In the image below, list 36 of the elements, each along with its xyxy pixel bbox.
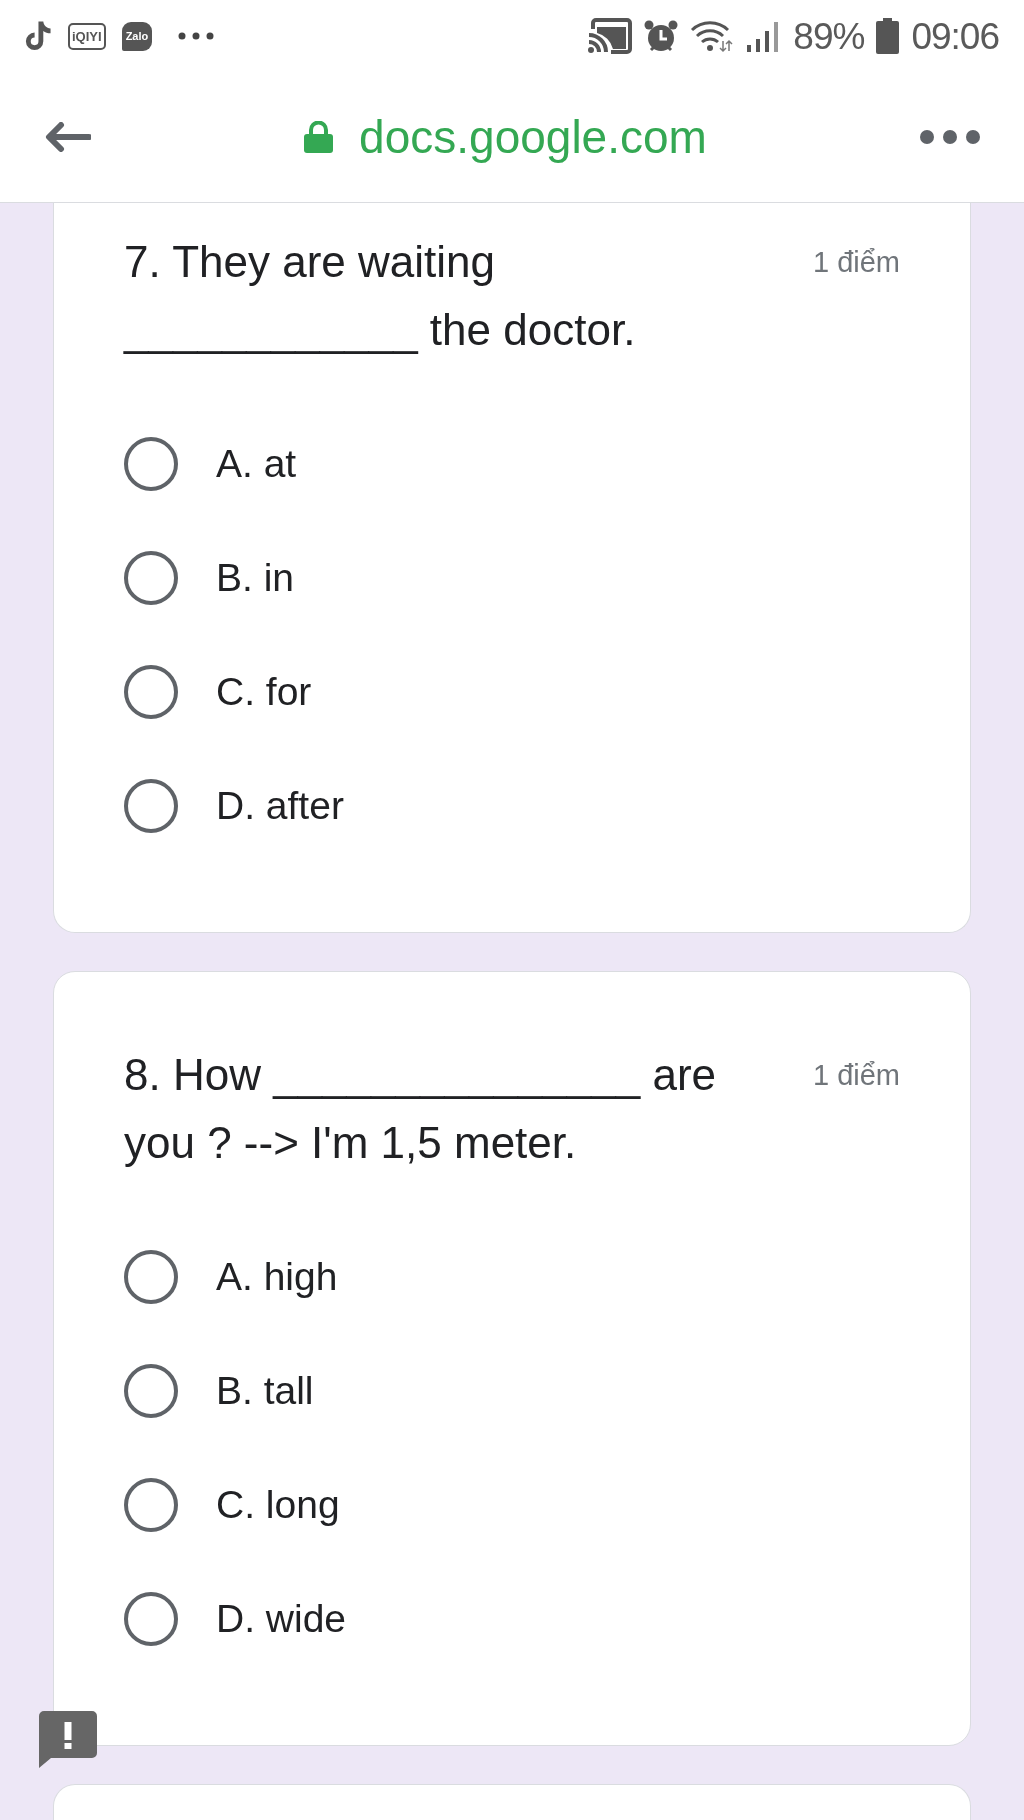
feedback-icon[interactable]: [39, 1711, 97, 1768]
option-label[interactable]: B. in: [216, 554, 295, 602]
radio-button[interactable]: [124, 1250, 178, 1304]
clock-time: 09:06: [911, 17, 999, 55]
cast-icon: [587, 18, 633, 54]
option-label[interactable]: C. for: [216, 668, 312, 716]
points-label: 1 điểm: [812, 245, 900, 280]
question-text: 8. How _______________ are you ? --> I'm 1,5 meter.: [124, 1049, 718, 1169]
option-label[interactable]: A. high: [216, 1253, 338, 1301]
points-label: 1 điểm: [812, 1058, 900, 1093]
radio-button[interactable]: [124, 1364, 178, 1418]
option-label[interactable]: B. tall: [216, 1367, 314, 1415]
option-label[interactable]: A. at: [216, 440, 297, 488]
option-label[interactable]: D. after: [216, 782, 344, 830]
more-button[interactable]: [920, 130, 980, 144]
more-icon: [920, 130, 980, 144]
option-label[interactable]: C. long: [216, 1481, 340, 1529]
battery-icon: [876, 18, 900, 54]
radio-button[interactable]: [124, 1478, 178, 1532]
arrow-left-icon: [44, 122, 91, 152]
app-logo: iQIYI: [68, 22, 106, 50]
radio-button[interactable]: [124, 551, 178, 605]
battery-percent: 89%: [793, 17, 865, 55]
radio-button[interactable]: [124, 779, 178, 833]
option-label[interactable]: D. wide: [216, 1595, 347, 1643]
back-button[interactable]: [44, 122, 91, 152]
app-logo: Zalo: [121, 21, 153, 51]
music-note-icon: [23, 20, 52, 52]
wifi-icon: [690, 19, 734, 53]
radio-button[interactable]: [124, 1592, 178, 1646]
alarm-clock-icon: [644, 19, 679, 53]
lock-icon: [304, 121, 334, 153]
ellipsis-icon: [178, 32, 215, 40]
question-text: 7. They are waiting ____________ the doctor.: [124, 236, 637, 356]
radio-button[interactable]: [124, 665, 178, 719]
radio-button[interactable]: [124, 437, 178, 491]
